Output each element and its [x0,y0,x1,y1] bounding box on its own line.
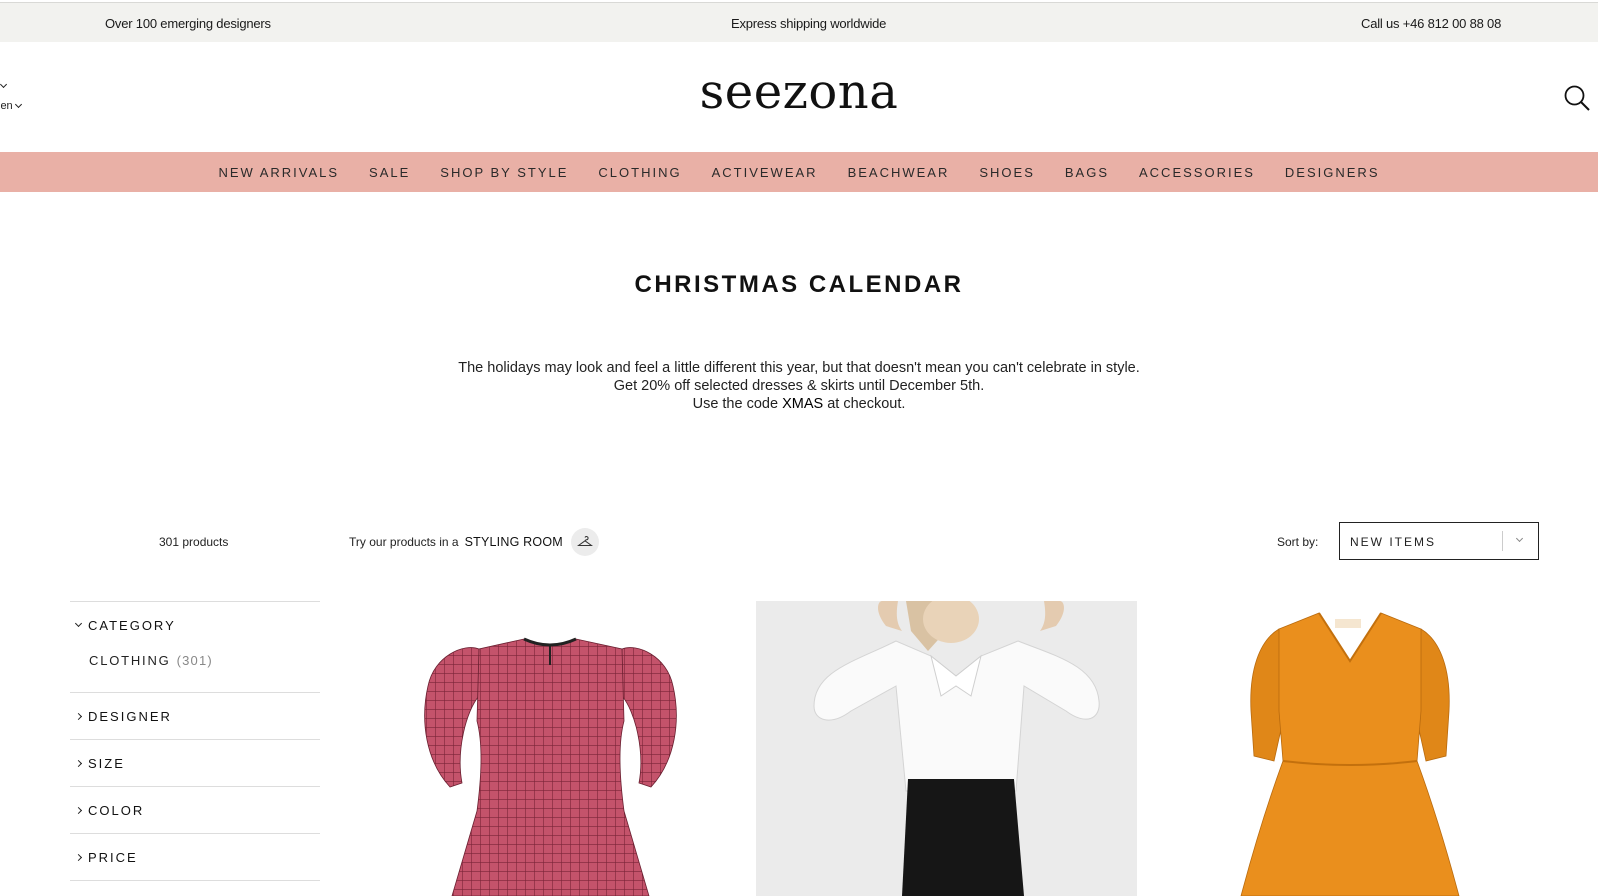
announcement-bar: Over 100 emerging designers Express ship… [0,2,1598,42]
filter-option-clothing[interactable]: CLOTHING (301) [70,648,320,692]
styling-room-prefix: Try our products in a [349,535,459,549]
sort-value: NEW ITEMS [1350,535,1436,549]
page-intro: The holidays may look and feel a little … [0,359,1598,413]
filter-category-toggle[interactable]: CATEGORY [70,602,320,648]
nav-designers[interactable]: DESIGNERS [1285,165,1380,180]
main-nav: NEW ARRIVALS SALE SHOP BY STYLE CLOTHING… [0,152,1598,192]
filter-designer: DESIGNER [70,692,320,739]
filter-option-count: (301) [176,653,213,668]
filter-category-label: CATEGORY [88,617,176,633]
intro-line-3-prefix: Use the code [692,396,779,412]
product-card[interactable] [1159,601,1539,896]
site-logo[interactable]: seezona [0,64,1598,120]
styling-room-link[interactable]: STYLING ROOM [465,535,563,549]
promo-code: XMAS [782,396,824,412]
product-count: 301 products [159,535,229,549]
chevron-right-icon [74,853,83,861]
nav-new-arrivals[interactable]: NEW ARRIVALS [218,165,339,180]
filter-option-label: CLOTHING [89,653,171,668]
filter-color-label: COLOR [88,802,145,818]
sort-select[interactable]: NEW ITEMS [1339,522,1539,560]
announcement-phone[interactable]: Call us +46 812 00 88 08 [1361,16,1501,31]
filter-price-toggle[interactable]: PRICE [70,834,320,880]
chevron-right-icon [74,759,83,767]
chevron-right-icon [74,806,83,814]
nav-beachwear[interactable]: BEACHWEAR [848,165,950,180]
filter-designer-label: DESIGNER [88,708,172,724]
product-image-pink-dress [424,637,677,896]
filter-size-toggle[interactable]: SIZE [70,740,320,786]
product-image-orange-dress [1240,612,1460,896]
intro-line-1: The holidays may look and feel a little … [458,360,1140,376]
filter-category: CATEGORY CLOTHING (301) [70,601,320,692]
product-card[interactable] [354,601,734,896]
nav-bags[interactable]: BAGS [1065,165,1109,180]
chevron-right-icon [74,712,83,720]
nav-shop-by-style[interactable]: SHOP BY STYLE [440,165,568,180]
nav-activewear[interactable]: ACTIVEWEAR [712,165,818,180]
filter-price-label: PRICE [88,849,138,865]
product-card[interactable] [756,601,1137,896]
filter-sidebar: CATEGORY CLOTHING (301) DESIGNER SIZE CO… [70,601,320,881]
nav-sale[interactable]: SALE [369,165,410,180]
filter-color: COLOR [70,786,320,833]
chevron-down-icon [1515,534,1524,543]
nav-shoes[interactable]: SHOES [979,165,1035,180]
filter-size-label: SIZE [88,755,125,771]
intro-line-3: Use the code XMAS at checkout. [0,395,1598,413]
intro-line-3-suffix: at checkout. [827,396,906,412]
site-header: len seezona [0,42,1598,152]
announcement-left: Over 100 emerging designers [105,16,271,31]
intro-line-2: Get 20% off selected dresses & skirts un… [613,378,985,394]
filter-price: PRICE [70,833,320,880]
filter-color-toggle[interactable]: COLOR [70,787,320,833]
filter-size: SIZE [70,739,320,786]
sort-label: Sort by: [1277,535,1319,549]
styling-room-promo: Try our products in a STYLING ROOM [349,528,599,556]
chevron-down-icon [74,619,83,628]
filter-designer-toggle[interactable]: DESIGNER [70,693,320,739]
nav-clothing[interactable]: CLOTHING [598,165,681,180]
hanger-icon[interactable] [570,528,599,556]
nav-accessories[interactable]: ACCESSORIES [1139,165,1255,180]
search-icon[interactable] [1563,84,1591,112]
product-image-white-blouse [756,601,1137,896]
announcement-center: Express shipping worldwide [731,16,887,31]
filter-divider [70,880,320,881]
sort-divider [1502,531,1503,551]
page-title: CHRISTMAS CALENDAR [634,271,964,298]
